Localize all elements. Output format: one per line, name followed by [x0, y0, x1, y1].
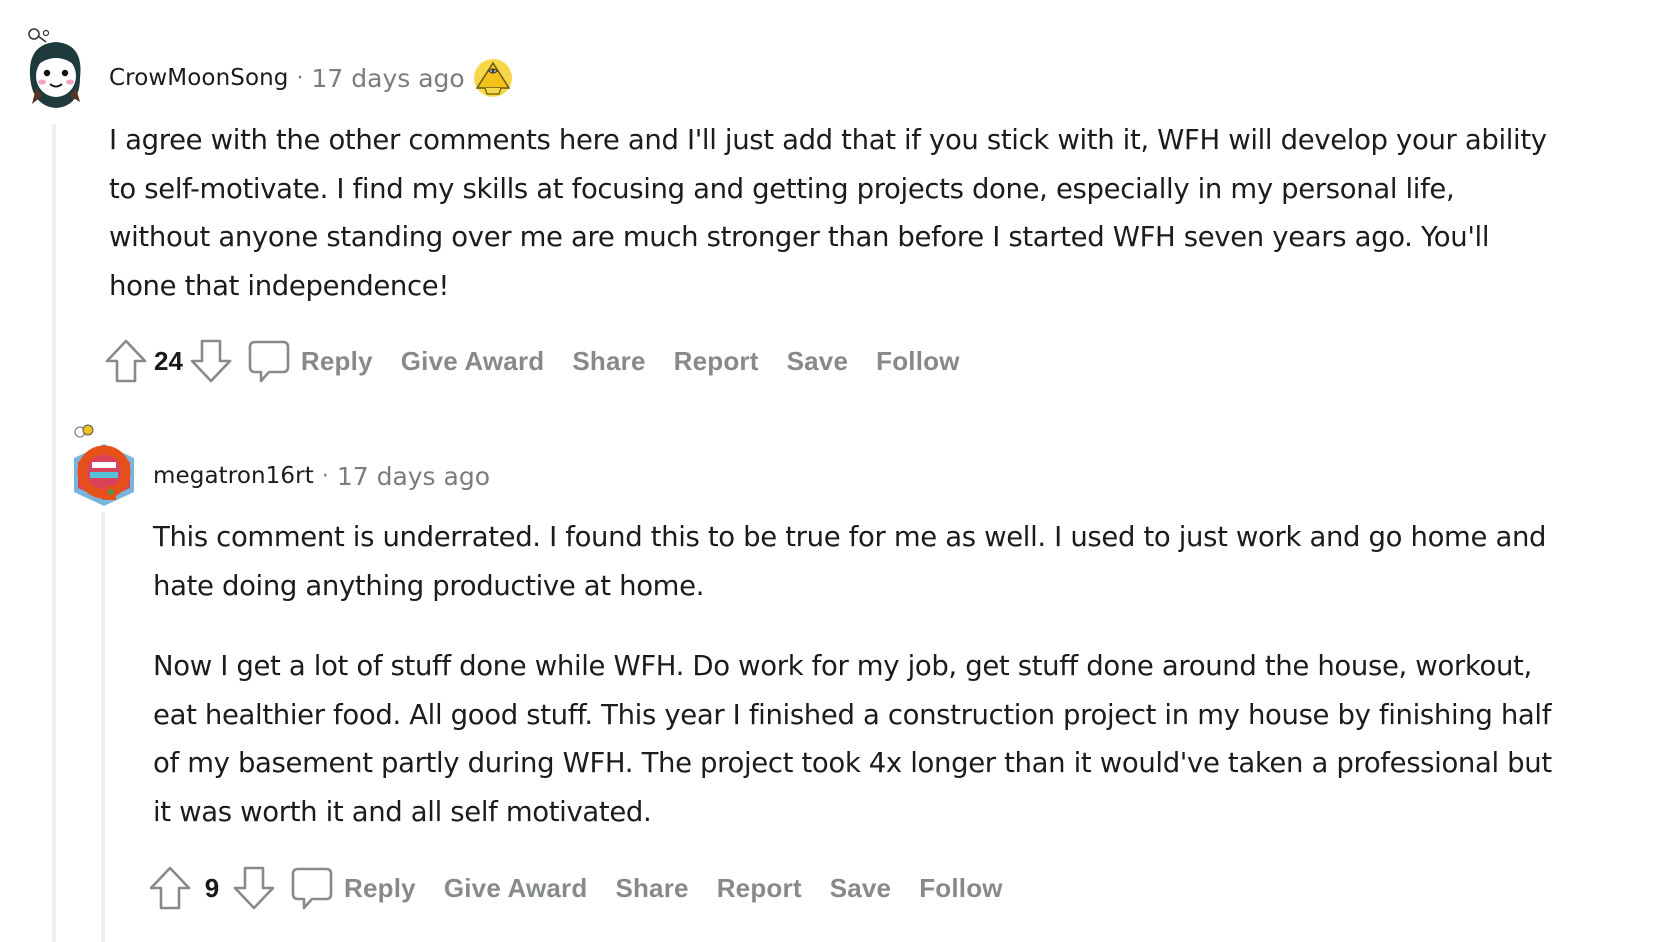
vote-controls: 24 — [104, 338, 233, 384]
reply-label: Reply — [300, 345, 373, 376]
pyramid-award-icon[interactable] — [473, 58, 513, 98]
speech-bubble-icon — [290, 865, 334, 911]
upvote-arrow-icon[interactable] — [104, 338, 148, 384]
reply-label: Reply — [344, 872, 416, 903]
give-award-button[interactable]: Give Award — [401, 346, 545, 377]
avatar[interactable] — [22, 26, 88, 110]
upvote-arrow-icon[interactable] — [148, 865, 192, 911]
timestamp-link[interactable]: 17 days ago — [337, 462, 490, 491]
vote-score: 9 — [204, 872, 220, 903]
avatar[interactable] — [66, 422, 140, 508]
downvote-arrow-icon[interactable] — [232, 865, 276, 911]
report-button[interactable]: Report — [674, 346, 759, 377]
downvote-arrow-icon[interactable] — [189, 338, 233, 384]
reply-button[interactable]: Reply — [247, 338, 373, 384]
share-button[interactable]: Share — [615, 873, 688, 904]
vote-score: 24 — [154, 345, 183, 376]
thread-line-comment-2[interactable] — [101, 512, 105, 942]
comment-action-bar: 9 Reply Give Award Share Report Save Fol… — [148, 865, 1003, 911]
username-link[interactable]: megatron16rt — [153, 463, 314, 489]
comment-action-bar: 24 Reply Give Award Share Report Save Fo… — [104, 338, 960, 384]
save-button[interactable]: Save — [787, 346, 849, 377]
thread-line-comment-1[interactable] — [52, 124, 56, 942]
share-button[interactable]: Share — [572, 346, 645, 377]
comment-paragraph: Now I get a lot of stuff done while WFH.… — [153, 650, 1552, 828]
comment-meta: CrowMoonSong · 17 days ago — [109, 58, 513, 98]
timestamp-link[interactable]: 17 days ago — [312, 64, 465, 93]
follow-button[interactable]: Follow — [876, 346, 960, 377]
speech-bubble-icon — [247, 338, 291, 384]
reply-button[interactable]: Reply — [290, 865, 416, 911]
comment-paragraph: This comment is underrated. I found this… — [153, 521, 1547, 602]
comment-body: I agree with the other comments here and… — [109, 116, 1559, 310]
vote-controls: 9 — [148, 865, 276, 911]
comment-meta: megatron16rt · 17 days ago — [153, 456, 490, 496]
report-button[interactable]: Report — [717, 873, 802, 904]
comment-body: This comment is underrated. I found this… — [153, 513, 1573, 836]
give-award-button[interactable]: Give Award — [444, 873, 588, 904]
follow-button[interactable]: Follow — [919, 873, 1003, 904]
separator-dot: · — [296, 65, 304, 91]
comment-paragraph: I agree with the other comments here and… — [109, 124, 1547, 302]
separator-dot: · — [321, 463, 329, 489]
username-link[interactable]: CrowMoonSong — [109, 65, 289, 91]
save-button[interactable]: Save — [830, 873, 892, 904]
